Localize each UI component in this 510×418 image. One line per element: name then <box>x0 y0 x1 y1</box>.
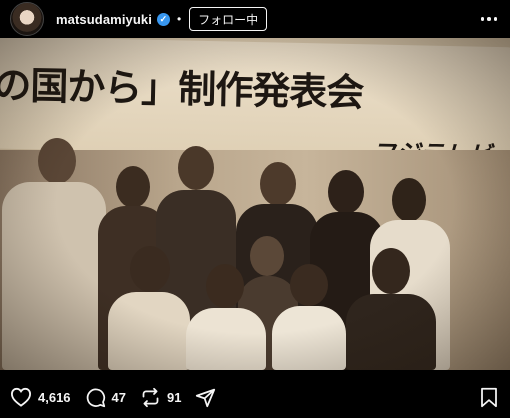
photo-banner-text: の国から」制作発表会 <box>0 62 364 115</box>
comment-button[interactable]: 47 <box>85 387 126 408</box>
username[interactable]: matsudamiyuki <box>56 12 152 27</box>
repost-icon <box>142 387 159 407</box>
comment-icon <box>86 388 105 407</box>
like-button[interactable]: 4,616 <box>10 387 71 407</box>
photo-person <box>272 264 346 370</box>
photo-person <box>108 246 190 370</box>
avatar[interactable] <box>10 2 44 36</box>
comment-count[interactable]: 47 <box>112 390 126 405</box>
share-icon <box>196 388 216 407</box>
more-icon[interactable] <box>478 9 500 29</box>
photo-person <box>186 264 266 370</box>
heart-icon <box>10 387 32 407</box>
post-actions: 4,616 47 91 <box>0 376 510 418</box>
like-count[interactable]: 4,616 <box>38 390 71 405</box>
photo-person <box>0 138 110 370</box>
photo-person <box>346 248 436 370</box>
repost-button[interactable]: 91 <box>140 387 181 408</box>
share-button[interactable] <box>195 387 216 408</box>
post-header: matsudamiyuki ✓ • フォロー中 <box>0 0 510 38</box>
following-button[interactable]: フォロー中 <box>189 7 268 31</box>
verified-badge-icon: ✓ <box>156 12 170 26</box>
post-photo[interactable]: の国から」制作発表会 フジテレビ <box>0 38 510 370</box>
save-button[interactable] <box>480 387 498 411</box>
repost-count[interactable]: 91 <box>167 390 181 405</box>
bookmark-icon <box>481 387 497 408</box>
separator-dot: • <box>176 12 182 26</box>
